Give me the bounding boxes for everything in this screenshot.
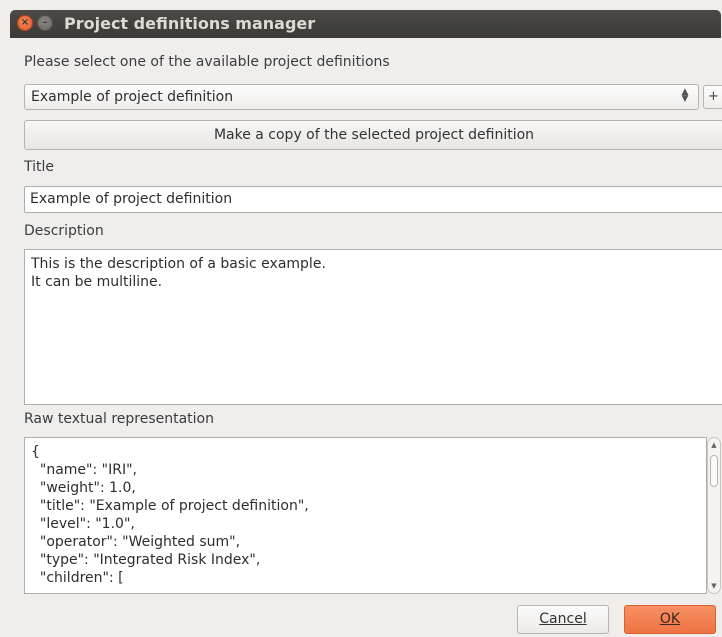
description-label: Description [24, 223, 104, 239]
title-bar[interactable]: × – Project definitions manager [10, 10, 721, 38]
raw-line: "title": "Example of project definition"… [31, 498, 309, 514]
title-label: Title [24, 159, 55, 175]
raw-line: "weight": 1.0, [31, 480, 136, 496]
scroll-down-icon[interactable]: ▼ [708, 582, 720, 590]
cancel-button[interactable]: Cancel [517, 605, 609, 634]
scroll-up-icon[interactable]: ▲ [708, 441, 720, 449]
ok-button[interactable]: OK [624, 605, 716, 634]
close-icon[interactable]: × [17, 15, 33, 31]
project-definition-select-value: Example of project definition [31, 89, 234, 105]
raw-scrollbar[interactable]: ▲ ▼ [707, 437, 721, 594]
dialog-window: × – Project definitions manager Please s… [0, 0, 722, 637]
raw-line: "level": "1.0", [31, 516, 135, 532]
raw-line: "name": "IRI", [31, 462, 137, 478]
spin-arrows-icon: ▲ ▼ [681, 87, 689, 104]
window-title: Project definitions manager [64, 14, 316, 33]
add-project-definition-button[interactable]: + [703, 85, 722, 109]
raw-line: "children": [ [31, 570, 124, 586]
title-input[interactable]: Example of project definition [24, 186, 722, 213]
scroll-thumb[interactable] [710, 455, 718, 487]
raw-line: { [31, 444, 40, 460]
raw-line: "operator": "Weighted sum", [31, 534, 241, 550]
description-textarea[interactable]: This is the description of a basic examp… [24, 249, 722, 405]
project-definition-select[interactable]: Example of project definition ▲ ▼ [24, 84, 699, 110]
raw-representation-textarea[interactable]: { "name": "IRI", "weight": 1.0, "title":… [24, 437, 707, 594]
ok-button-label: OK [659, 611, 681, 627]
minimize-icon[interactable]: – [37, 15, 53, 31]
raw-representation-label: Raw textual representation [24, 411, 214, 427]
copy-project-definition-button[interactable]: Make a copy of the selected project defi… [24, 120, 722, 150]
cancel-button-label: Cancel [539, 611, 587, 627]
raw-line: "type": "Integrated Risk Index", [31, 552, 261, 568]
dialog-content: Please select one of the available proje… [10, 38, 722, 637]
select-label: Please select one of the available proje… [24, 54, 390, 70]
